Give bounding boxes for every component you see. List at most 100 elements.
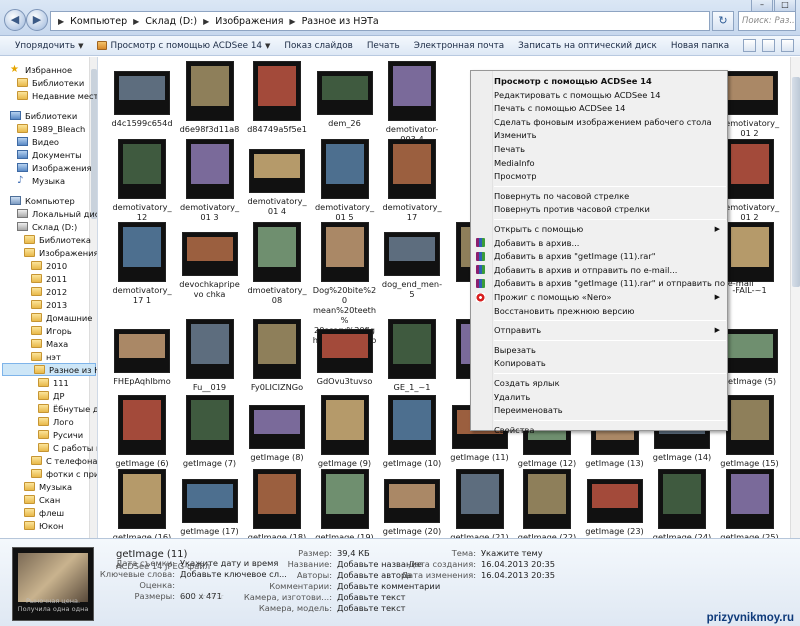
- detail-value[interactable]: Добавьте комментарии: [337, 581, 440, 591]
- nav-item[interactable]: 2010: [0, 259, 67, 272]
- detail-value[interactable]: 16.04.2013 20:35: [481, 559, 555, 569]
- breadcrumb-drive[interactable]: Склад (D:): [142, 16, 200, 27]
- help-icon[interactable]: [781, 39, 794, 52]
- nav-item[interactable]: Видео: [0, 135, 59, 148]
- nav-item[interactable]: 2012: [0, 285, 67, 298]
- new-folder-button[interactable]: Новая папка: [664, 41, 736, 51]
- file-item[interactable]: getImage (10): [380, 395, 444, 468]
- menu-item[interactable]: Редактировать с помощью ACDSee 14: [494, 89, 726, 101]
- nav-item[interactable]: Разное из НЭТа: [2, 363, 97, 376]
- nav-item[interactable]: 111: [0, 376, 69, 389]
- file-item[interactable]: getImage (21): [448, 469, 512, 538]
- menu-item[interactable]: Повернуть против часовой стрелки: [494, 203, 726, 215]
- nav-item[interactable]: 2011: [0, 272, 67, 285]
- file-item[interactable]: getImage (6): [110, 395, 174, 468]
- file-item[interactable]: getImage (16): [110, 469, 174, 538]
- nav-item[interactable]: Документы: [0, 148, 82, 161]
- breadcrumb-current[interactable]: Разное из НЭТа: [299, 16, 382, 27]
- nav-item[interactable]: нэт: [0, 350, 61, 363]
- nav-item[interactable]: флеш: [0, 506, 64, 519]
- menu-item[interactable]: Создать ярлык: [494, 377, 726, 389]
- print-button[interactable]: Печать: [360, 41, 407, 51]
- nav-item[interactable]: Музыка: [0, 480, 72, 493]
- menu-item[interactable]: Прожиг с помощью «Nero» ▶: [476, 291, 726, 303]
- nav-item[interactable]: 2013: [0, 298, 67, 311]
- nav-item[interactable]: Библиотеки: [0, 109, 77, 122]
- detail-value[interactable]: Добавьте текст: [337, 603, 405, 613]
- file-item[interactable]: getImage (24): [650, 469, 714, 538]
- menu-item[interactable]: Открыть с помощью ▶: [494, 223, 726, 235]
- nav-item[interactable]: ДР: [0, 389, 65, 402]
- file-item[interactable]: getImage (19): [313, 469, 377, 538]
- nav-item[interactable]: фотки с приро: [0, 467, 97, 480]
- minimize-icon[interactable]: –: [751, 0, 773, 12]
- menu-item[interactable]: Добавить в архив...: [476, 237, 726, 249]
- nav-item[interactable]: Библиотеки: [0, 76, 84, 89]
- menu-item[interactable]: MediaInfo: [494, 157, 726, 169]
- maximize-icon[interactable]: □: [774, 0, 796, 12]
- detail-value[interactable]: 39,4 КБ: [337, 548, 370, 558]
- file-item[interactable]: d4c1599c654d: [110, 61, 174, 128]
- chevron-right-icon[interactable]: ▶: [130, 17, 142, 26]
- organize-button[interactable]: Упорядочить ▼: [8, 41, 90, 51]
- chevron-right-icon[interactable]: ▶: [286, 17, 298, 26]
- file-item[interactable]: dog_end_men-5: [380, 222, 444, 299]
- file-item[interactable]: devochkapripevo chka: [178, 222, 242, 299]
- file-item[interactable]: demotivatory_01 4: [245, 139, 309, 216]
- nav-item[interactable]: Юкон: [0, 519, 63, 532]
- nav-item[interactable]: 1989_Bleach: [0, 122, 85, 135]
- nav-item[interactable]: Компьютер: [0, 194, 75, 207]
- file-item[interactable]: demotivatory_17: [380, 139, 444, 222]
- address-field[interactable]: ▶ Компьютер ▶ Склад (D:) ▶ Изображения ▶…: [50, 11, 710, 31]
- nav-item[interactable]: С работы из Н: [0, 441, 97, 454]
- nav-item[interactable]: Библиотека: [0, 233, 91, 246]
- menu-item[interactable]: Переименовать: [494, 404, 726, 416]
- detail-value[interactable]: Добавьте текст: [337, 592, 405, 602]
- acdsee-view-button[interactable]: Просмотр с помощью ACDSee 14 ▼: [90, 41, 277, 51]
- nav-item[interactable]: Скан: [0, 493, 60, 506]
- email-button[interactable]: Электронная почта: [407, 41, 511, 51]
- file-item[interactable]: Fu__019: [178, 319, 242, 392]
- nav-item[interactable]: Лого: [0, 415, 74, 428]
- file-item[interactable]: demotivatory_17 1: [110, 222, 174, 305]
- detail-value[interactable]: Укажите дату и время: [180, 558, 278, 568]
- file-item[interactable]: getImage (7): [178, 395, 242, 468]
- menu-item[interactable]: Просмотр: [494, 170, 726, 182]
- menu-item[interactable]: Добавить в архив и отправить по e-mail..…: [476, 264, 726, 276]
- file-item[interactable]: demotivatory_01 5: [313, 139, 377, 222]
- detail-value[interactable]: Укажите тему: [481, 548, 543, 558]
- search-input[interactable]: Поиск: Раз...: [738, 11, 796, 31]
- nav-item[interactable]: Склад (D:): [0, 220, 77, 233]
- file-item[interactable]: getImage (22): [515, 469, 579, 538]
- file-item[interactable]: getImage (17): [178, 469, 242, 536]
- file-item[interactable]: getImage (25): [718, 469, 782, 538]
- breadcrumb-images[interactable]: Изображения: [212, 16, 286, 27]
- menu-item[interactable]: Сделать фоновым изображением рабочего ст…: [494, 116, 726, 128]
- menu-item[interactable]: Добавить в архив "getImage (11).rar": [476, 250, 726, 262]
- menu-item[interactable]: Свойства: [494, 424, 726, 436]
- menu-item[interactable]: Повернуть по часовой стрелке: [494, 190, 726, 202]
- file-item[interactable]: d84749a5f5e1: [245, 61, 309, 134]
- file-item[interactable]: getImage (18): [245, 469, 309, 538]
- file-item[interactable]: Fy0LICIZNGo: [245, 319, 309, 392]
- content-scrollbar[interactable]: [790, 57, 800, 538]
- back-button[interactable]: ◀: [4, 9, 26, 31]
- menu-item[interactable]: Просмотр с помощью ACDSee 14: [494, 75, 726, 87]
- view-options-icon[interactable]: [743, 39, 756, 52]
- menu-item[interactable]: Удалить: [494, 391, 726, 403]
- content-scrollbar-thumb[interactable]: [792, 77, 800, 287]
- file-item[interactable]: demotivatory_01 3: [178, 139, 242, 222]
- burn-disc-button[interactable]: Записать на оптический диск: [511, 41, 664, 51]
- file-item[interactable]: demotivator-003 4: [380, 61, 444, 144]
- preview-pane-icon[interactable]: [762, 39, 775, 52]
- nav-item[interactable]: Маха: [0, 337, 68, 350]
- file-item[interactable]: dmoetivatory_08: [245, 222, 309, 305]
- nav-item[interactable]: Русичи: [0, 428, 83, 441]
- refresh-icon[interactable]: ↻: [712, 11, 734, 31]
- file-item[interactable]: getImage (23): [583, 469, 647, 536]
- menu-item[interactable]: Печать с помощью ACDSee 14: [494, 102, 726, 114]
- menu-item[interactable]: Вырезать: [494, 344, 726, 356]
- breadcrumb-computer[interactable]: Компьютер: [67, 16, 130, 27]
- file-item[interactable]: getImage (8): [245, 395, 309, 462]
- file-item[interactable]: getImage (9): [313, 395, 377, 468]
